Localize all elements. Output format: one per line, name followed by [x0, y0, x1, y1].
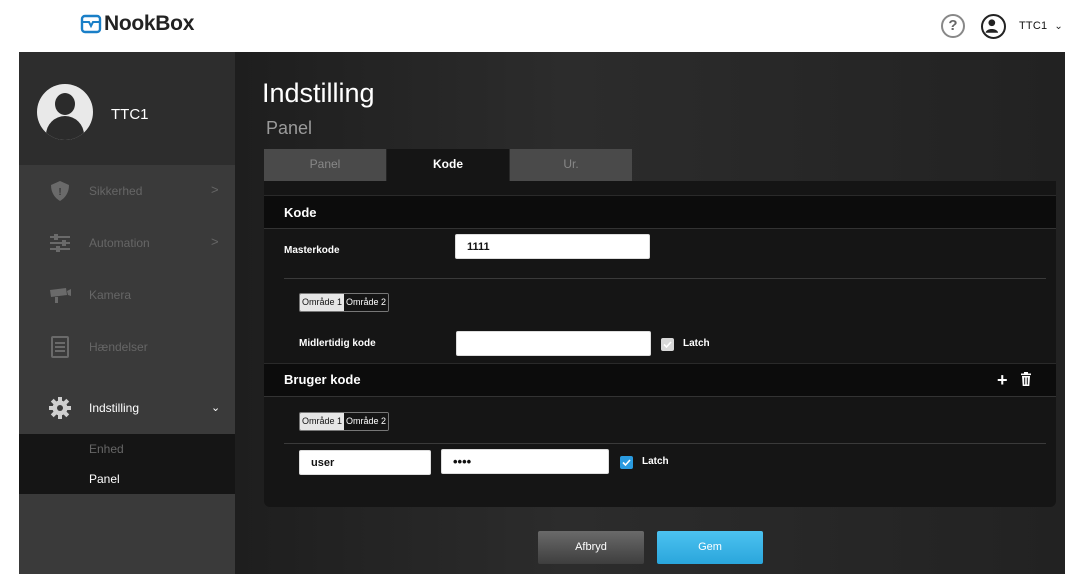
gear-icon	[49, 397, 71, 419]
area-2-tab[interactable]: Område 2	[344, 294, 389, 311]
nookbox-logo[interactable]: NookBox	[80, 9, 194, 39]
camera-icon	[50, 288, 71, 303]
svg-text:!: !	[58, 187, 61, 198]
kode-card: Kode Masterkode Område 1 Område 2 Midler…	[264, 181, 1056, 507]
help-icon[interactable]: ?	[941, 14, 965, 38]
sidebar-subitem-enhed[interactable]: Enhed	[89, 442, 124, 456]
divider	[284, 443, 1046, 444]
avatar	[37, 84, 93, 140]
area-segmented-control[interactable]: Område 1 Område 2	[299, 293, 390, 312]
list-icon	[51, 336, 69, 358]
sidebar-item-label: Hændelser	[89, 340, 148, 354]
profile-block: TTC1	[19, 52, 235, 165]
masterkode-input[interactable]	[455, 234, 650, 259]
page-subtitle: Panel	[266, 118, 313, 138]
area-2-tab[interactable]: Område 2	[344, 413, 389, 430]
cancel-button[interactable]: Afbryd	[538, 531, 644, 564]
temp-code-label: Midlertidig kode	[299, 338, 376, 349]
area-1-tab[interactable]: Område 1	[300, 413, 345, 430]
sidebar-item-indstilling[interactable]: Indstilling ⌄	[19, 382, 235, 434]
plus-icon[interactable]: +	[997, 371, 1008, 389]
user-icon	[981, 13, 1006, 39]
chevron-right-icon: >	[211, 234, 219, 249]
sidebar-item-kamera[interactable]: Kamera	[19, 269, 235, 321]
temp-code-input[interactable]	[456, 331, 651, 356]
divider	[284, 278, 1046, 279]
trash-icon[interactable]	[1020, 372, 1032, 386]
area-segmented-control[interactable]: Område 1 Område 2	[299, 412, 390, 431]
sidebar-item-label: Indstilling	[89, 401, 140, 415]
user-code-section-header: Bruger kode +	[264, 363, 1056, 397]
sidebar-item-sikkerhed[interactable]: ! Sikkerhed >	[19, 165, 235, 217]
user-name-input[interactable]	[299, 450, 431, 475]
tab-panel[interactable]: Panel	[264, 149, 386, 181]
shield-icon: !	[51, 181, 69, 201]
section-title: Kode	[284, 205, 317, 220]
chevron-right-icon: >	[211, 182, 219, 197]
app-frame: TTC1 ! Sikkerhed > Automation > Kamera H…	[19, 52, 1065, 574]
sidebar-item-label: Automation	[89, 236, 150, 250]
profile-name: TTC1	[111, 106, 149, 123]
section-title: Bruger kode	[284, 372, 361, 387]
chevron-down-icon: ⌄	[211, 402, 221, 414]
user-menu[interactable]: TTC1 ⌄	[981, 13, 1063, 39]
page-title: Indstilling	[262, 78, 375, 108]
user-latch-checkbox[interactable]	[620, 456, 633, 469]
sidebar-item-automation[interactable]: Automation >	[19, 217, 235, 269]
tab-ur[interactable]: Ur.	[510, 149, 632, 181]
logo-box-icon	[80, 14, 102, 34]
chevron-down-icon: ⌄	[1054, 20, 1063, 32]
sidebar-item-haendelser[interactable]: Hændelser	[19, 321, 235, 373]
settings-submenu: Enhed Panel	[19, 434, 235, 494]
save-button[interactable]: Gem	[657, 531, 763, 564]
logo-text: NookBox	[104, 12, 195, 35]
sliders-icon	[50, 234, 70, 252]
kode-section-header: Kode	[264, 195, 1056, 229]
user-latch-label: Latch	[642, 456, 669, 467]
sidebar: TTC1 ! Sikkerhed > Automation > Kamera H…	[19, 52, 235, 574]
temp-latch-checkbox[interactable]	[661, 338, 674, 351]
tab-kode[interactable]: Kode	[387, 149, 509, 181]
sidebar-subitem-panel[interactable]: Panel	[89, 472, 120, 486]
sidebar-item-label: Kamera	[89, 288, 132, 302]
area-1-tab[interactable]: Område 1	[300, 294, 345, 311]
temp-latch-label: Latch	[683, 338, 710, 349]
user-password-input[interactable]	[441, 449, 609, 474]
main-content: Indstilling Panel Panel Kode Ur. Kode Ma…	[235, 52, 1065, 574]
top-bar: NookBox ? TTC1 ⌄	[0, 0, 1084, 50]
masterkode-label: Masterkode	[284, 245, 340, 256]
user-name: TTC1	[1019, 20, 1048, 32]
sidebar-item-label: Sikkerhed	[89, 184, 143, 198]
